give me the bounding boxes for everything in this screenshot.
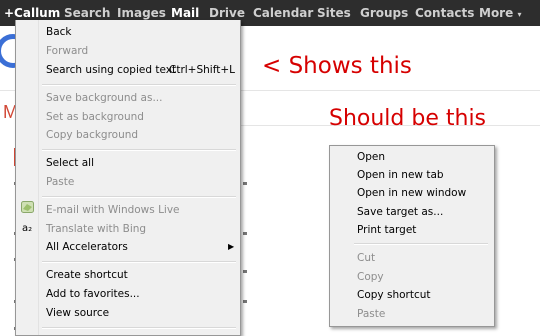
menu-item-save-target[interactable]: Save target as...	[357, 203, 443, 221]
windows-live-icon	[21, 201, 34, 213]
list-bullet	[243, 182, 247, 185]
gbar-item-calendar[interactable]: Calendar	[253, 5, 313, 21]
menu-item-copy-background[interactable]: Copy background	[46, 126, 138, 144]
menu-item-add-to-favorites[interactable]: Add to favorites...	[46, 285, 140, 303]
gbar-user-link[interactable]: +Callum	[4, 5, 60, 21]
menu-item-paste[interactable]: Paste	[46, 173, 74, 191]
menu-separator	[42, 261, 236, 263]
annotation-shows-this: < Shows this	[262, 53, 412, 79]
menu-item-print-target[interactable]: Print target	[357, 221, 416, 239]
menu-item-copy[interactable]: Copy	[357, 268, 384, 286]
menu-item-forward[interactable]: Forward	[46, 42, 88, 60]
bing-translate-icon: a₂	[22, 223, 33, 234]
menu-item-set-as-background[interactable]: Set as background	[46, 108, 144, 126]
menu-item-translate-bing[interactable]: Translate with Bing	[46, 220, 146, 238]
menu-item-view-source[interactable]: View source	[46, 304, 109, 322]
context-menu-expected: Open Open in new tab Open in new window …	[329, 145, 495, 327]
list-bullet	[243, 270, 247, 273]
menu-item-cut[interactable]: Cut	[357, 249, 375, 267]
menu-item-open[interactable]: Open	[357, 148, 385, 166]
menu-item-copy-shortcut[interactable]: Copy shortcut	[357, 286, 431, 304]
menu-separator	[354, 243, 488, 245]
menu-separator	[42, 327, 236, 329]
gbar-item-mail[interactable]: Mail	[171, 5, 199, 21]
menu-item-create-shortcut[interactable]: Create shortcut	[46, 266, 128, 284]
menu-item-email-windows-live[interactable]: E-mail with Windows Live	[46, 201, 180, 219]
gbar-item-drive[interactable]: Drive	[209, 5, 245, 21]
gbar-more-label: More	[479, 6, 514, 20]
gbar-item-images[interactable]: Images	[117, 5, 166, 21]
menu-separator	[42, 149, 236, 151]
list-bullet	[243, 232, 247, 235]
gbar-item-search[interactable]: Search	[64, 5, 110, 21]
menu-item-all-accelerators[interactable]: All Accelerators	[46, 238, 128, 256]
shortcut-label: Ctrl+Shift+L	[169, 64, 235, 76]
menu-separator	[42, 84, 236, 86]
menu-item-open-new-tab[interactable]: Open in new tab	[357, 166, 444, 184]
context-menu-actual: Back Forward Search using copied text Ct…	[15, 20, 241, 336]
menu-item-search-copied-text[interactable]: Search using copied text	[46, 61, 176, 79]
gbar-item-contacts[interactable]: Contacts	[415, 5, 474, 21]
menu-item-select-all[interactable]: Select all	[46, 154, 94, 172]
gbar-item-groups[interactable]: Groups	[360, 5, 408, 21]
menu-item-back[interactable]: Back	[46, 23, 72, 41]
gbar-item-sites[interactable]: Sites	[317, 5, 351, 21]
menu-item-paste[interactable]: Paste	[357, 305, 385, 323]
list-bullet	[243, 300, 247, 303]
menu-icon-gutter	[38, 20, 39, 335]
annotation-should-be-this: Should be this	[329, 106, 487, 131]
chevron-down-icon: ▾	[517, 10, 522, 19]
gbar-item-more[interactable]: More ▾	[479, 5, 521, 21]
menu-separator	[42, 196, 236, 198]
menu-item-save-background[interactable]: Save background as...	[46, 89, 162, 107]
menu-item-open-new-window[interactable]: Open in new window	[357, 184, 466, 202]
submenu-arrow-icon: ▶	[228, 242, 235, 251]
